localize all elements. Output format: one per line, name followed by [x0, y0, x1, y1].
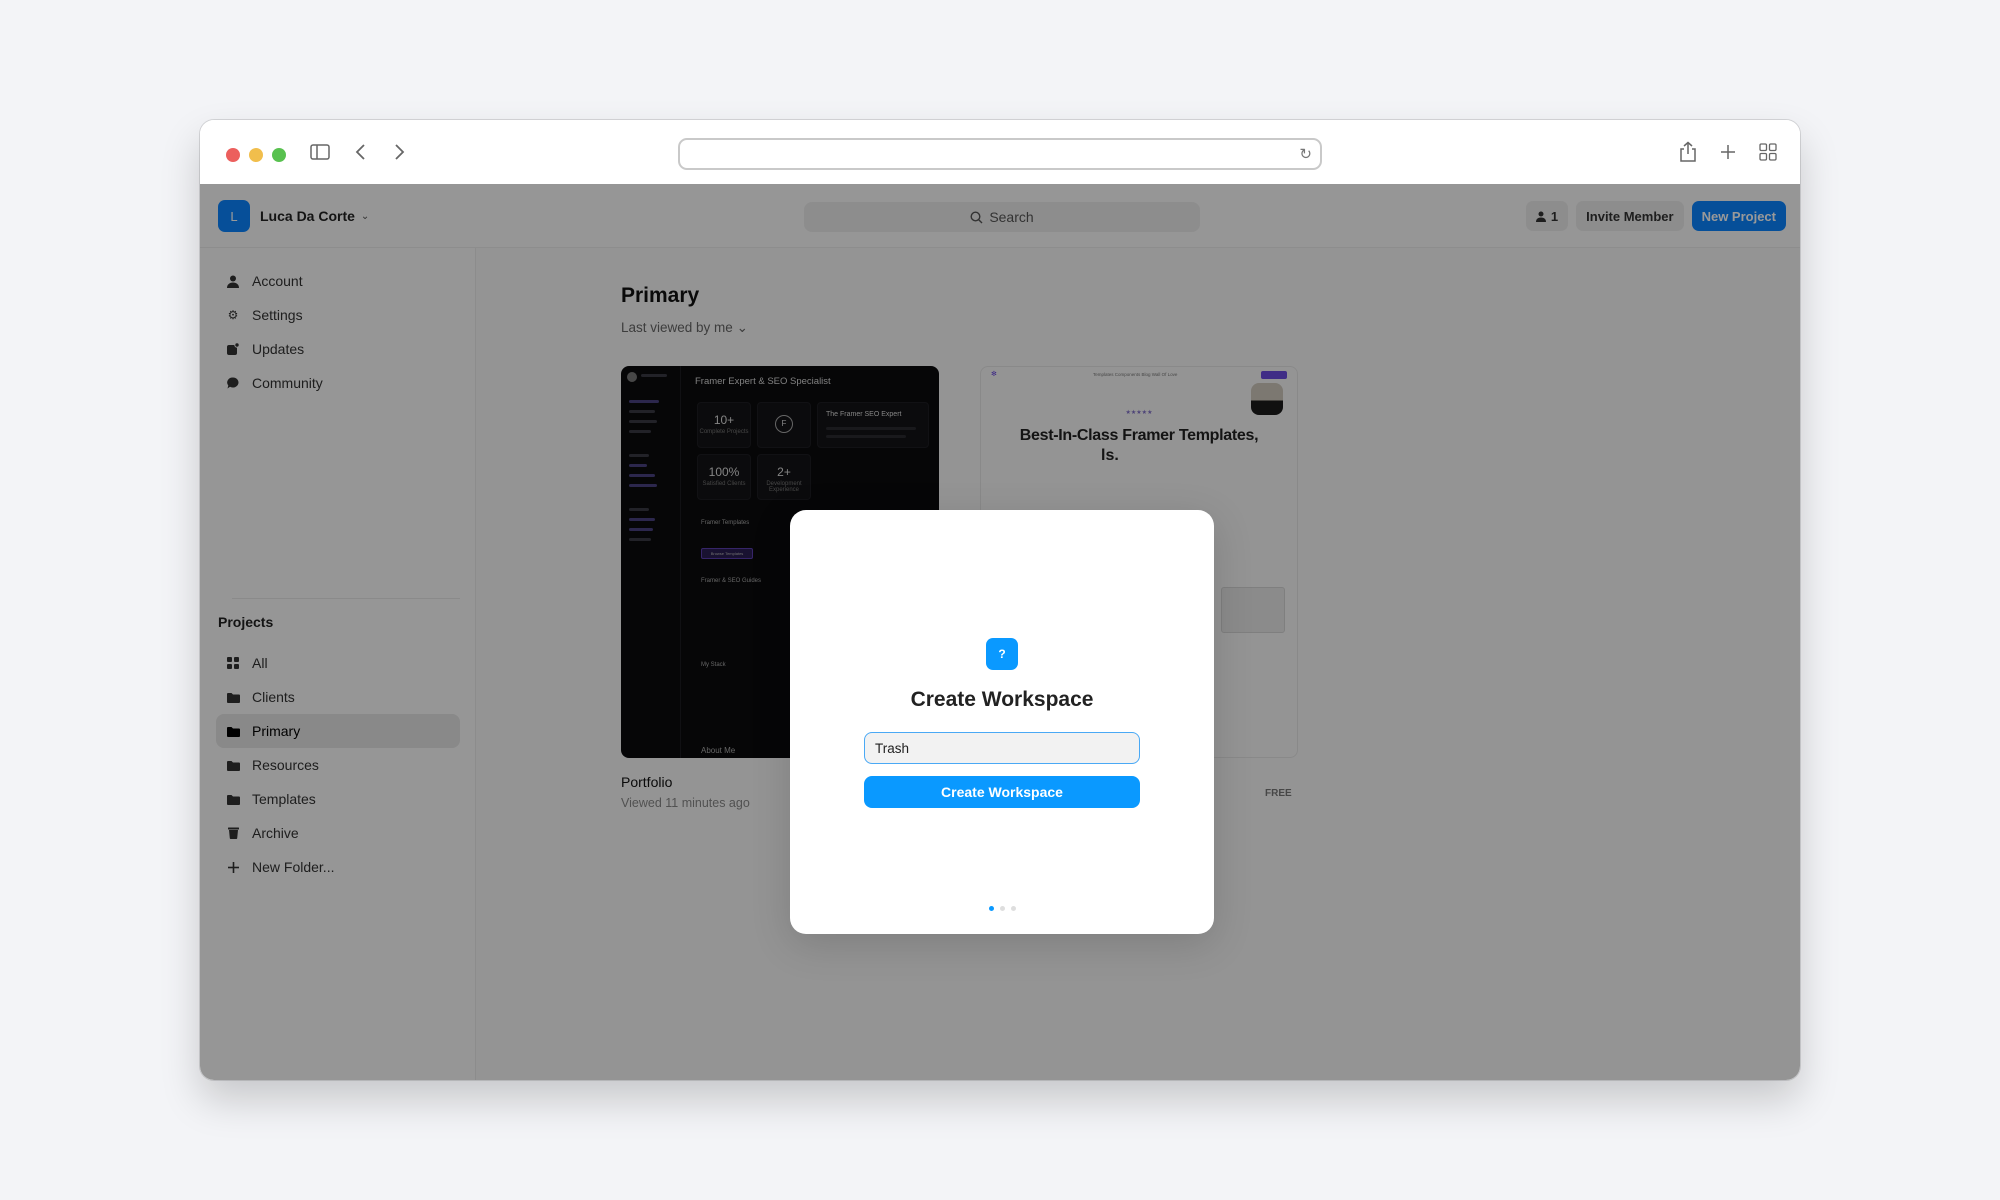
minimize-window-button[interactable] — [249, 148, 263, 162]
maximize-window-button[interactable] — [272, 148, 286, 162]
pagination-dots — [790, 906, 1214, 911]
forward-icon[interactable] — [386, 138, 414, 166]
browser-toolbar: ↻ — [200, 120, 1800, 184]
help-icon: ? — [986, 638, 1018, 670]
create-workspace-dialog: ? Create Workspace Create Workspace — [790, 510, 1214, 934]
address-bar[interactable]: ↻ — [678, 138, 1322, 170]
page-dot[interactable] — [1010, 906, 1016, 911]
workspace-name-input[interactable] — [864, 732, 1140, 764]
page-dot[interactable] — [999, 906, 1005, 911]
create-workspace-button[interactable]: Create Workspace — [864, 776, 1140, 808]
close-window-button[interactable] — [226, 148, 240, 162]
share-icon[interactable] — [1674, 138, 1702, 166]
reload-icon[interactable]: ↻ — [1299, 145, 1312, 163]
browser-window: ↻ L Luca Da Corte ⌄ Search 1 Invite Memb… — [200, 120, 1800, 1080]
new-tab-icon[interactable] — [1714, 138, 1742, 166]
tab-overview-icon[interactable] — [1754, 138, 1782, 166]
sidebar-toggle-icon[interactable] — [306, 138, 334, 166]
back-icon[interactable] — [346, 138, 374, 166]
window-controls — [226, 148, 286, 162]
dialog-title: Create Workspace — [910, 688, 1094, 711]
page-dot[interactable] — [988, 906, 994, 911]
